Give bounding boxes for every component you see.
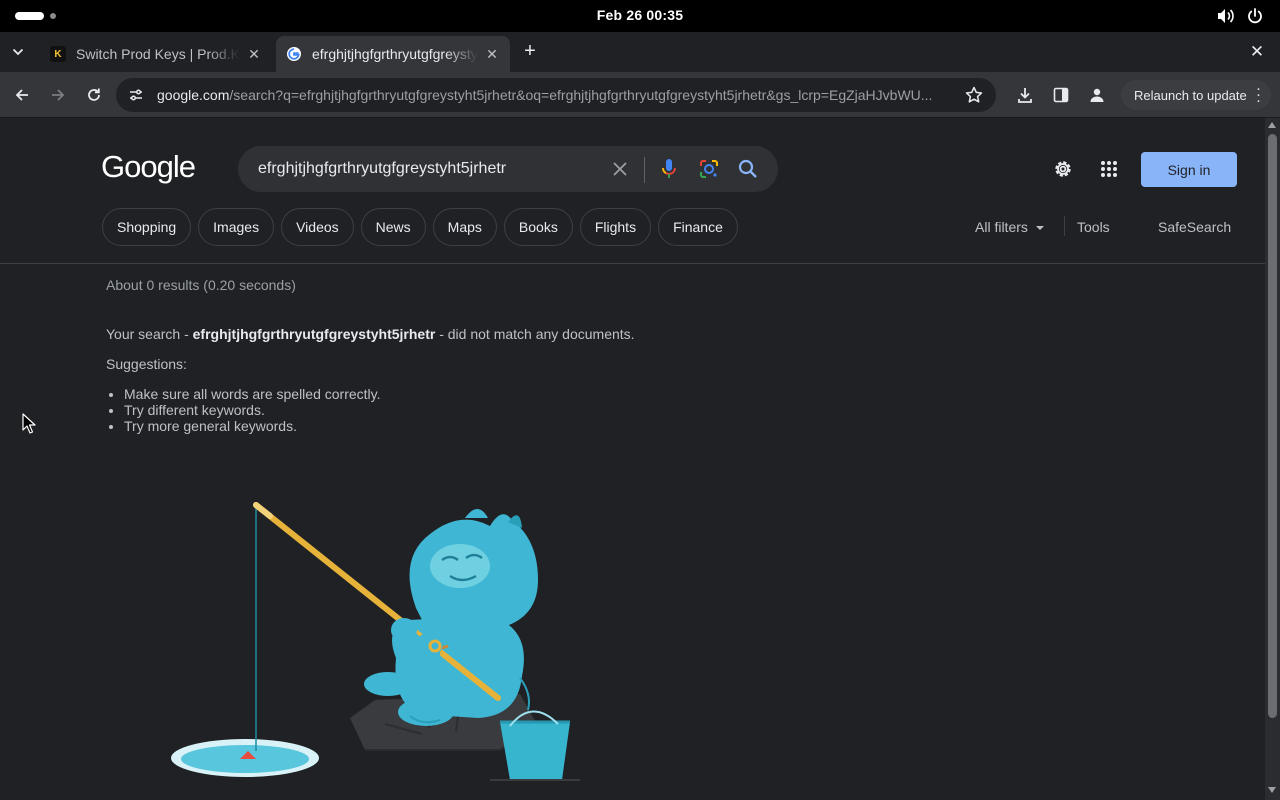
search-submit-button[interactable] xyxy=(736,157,760,181)
google-apps-button[interactable] xyxy=(1096,156,1122,182)
all-filters-dropdown[interactable]: All filters xyxy=(975,219,1044,235)
google-favicon-icon xyxy=(286,46,302,62)
clock[interactable]: Feb 26 00:35 xyxy=(0,7,1280,23)
reload-icon xyxy=(88,88,100,101)
lens-search-button[interactable] xyxy=(697,157,721,181)
power-icon[interactable] xyxy=(1247,8,1263,24)
camera-lens-icon xyxy=(700,160,718,178)
download-icon xyxy=(1018,88,1032,103)
close-icon xyxy=(613,162,627,176)
filter-chip-shopping[interactable]: Shopping xyxy=(102,208,192,246)
no-results-suffix: - did not match any documents. xyxy=(435,326,635,342)
gear-icon xyxy=(1055,161,1071,177)
filter-chip-images[interactable]: Images xyxy=(198,208,275,246)
filter-chip-news[interactable]: News xyxy=(360,208,426,246)
filter-chip-books[interactable]: Books xyxy=(503,208,573,246)
forward-button[interactable] xyxy=(46,83,70,107)
tab-google-search[interactable]: efrghjtjhgfgrthryutgfgreystyht5jrhetr - … xyxy=(276,36,510,72)
tab-switch-prod-keys[interactable]: K Switch Prod Keys | Prod.Keys ✕ xyxy=(40,36,272,72)
back-button[interactable] xyxy=(10,83,34,107)
search-results-page: Google efrghjtjhgfgrthryutgfgreystyht5jr… xyxy=(0,118,1265,800)
profile-icon xyxy=(1090,88,1104,102)
safesearch-button[interactable]: SafeSearch xyxy=(1158,219,1231,235)
header-divider xyxy=(0,263,1265,264)
scroll-down-arrow-icon[interactable] xyxy=(1268,787,1276,793)
url-path: /search?q=efrghjtjhgfgrthryutgfgreystyht… xyxy=(229,87,933,103)
reload-button[interactable] xyxy=(82,83,106,107)
microphone-icon xyxy=(662,159,676,178)
more-vert-icon[interactable]: · · · xyxy=(1256,81,1261,108)
tab-strip: K Switch Prod Keys | Prod.Keys ✕ efrghjt… xyxy=(0,32,1280,72)
new-tab-button[interactable]: + xyxy=(518,40,542,64)
google-logo[interactable]: Google xyxy=(101,149,196,185)
filters-divider xyxy=(1064,216,1065,236)
side-panel-icon xyxy=(1053,87,1069,103)
all-filters-label: All filters xyxy=(975,219,1028,235)
relaunch-to-update-button[interactable]: Relaunch to update · · · xyxy=(1121,80,1271,110)
arrow-right-icon xyxy=(52,89,65,101)
browser-toolbar: google.com/search?q=efrghjtjhgfgrthryutg… xyxy=(0,72,1280,118)
suggestion-item: Make sure all words are spelled correctl… xyxy=(124,386,381,402)
filter-chips: Shopping Images Videos News Maps Books F… xyxy=(102,208,738,246)
tab-title: efrghjtjhgfgrthryutgfgreystyht5jrhetr - … xyxy=(312,46,478,62)
clear-search-button[interactable] xyxy=(608,157,632,181)
bookmark-star-icon[interactable] xyxy=(964,85,984,105)
site-info-icon[interactable] xyxy=(128,87,144,103)
suggestions-label: Suggestions: xyxy=(106,356,187,372)
volume-icon[interactable] xyxy=(1217,8,1235,24)
fishing-mascot-illustration xyxy=(171,502,580,781)
url-host: google.com xyxy=(157,87,230,103)
profile-button[interactable] xyxy=(1087,85,1107,105)
chevron-down-icon xyxy=(12,48,24,56)
scroll-thumb[interactable] xyxy=(1268,134,1277,718)
tools-button[interactable]: Tools xyxy=(1077,219,1110,235)
scroll-up-arrow-icon[interactable] xyxy=(1268,122,1276,128)
filter-chip-maps[interactable]: Maps xyxy=(432,208,497,246)
address-bar[interactable]: google.com/search?q=efrghjtjhgfgrthryutg… xyxy=(116,78,996,112)
prodkeys-favicon-icon: K xyxy=(50,46,66,62)
filter-chip-finance[interactable]: Finance xyxy=(658,208,738,246)
settings-button[interactable] xyxy=(1050,156,1076,182)
url-text[interactable]: google.com/search?q=efrghjtjhgfgrthryutg… xyxy=(157,87,957,103)
filter-chip-videos[interactable]: Videos xyxy=(281,208,354,246)
system-top-bar: Feb 26 00:35 xyxy=(0,0,1280,32)
window-close-button[interactable]: ✕ xyxy=(1246,41,1268,63)
search-divider xyxy=(644,157,645,183)
side-panel-button[interactable] xyxy=(1051,85,1071,105)
tab-title: Switch Prod Keys | Prod.Keys xyxy=(76,46,240,62)
caret-down-icon xyxy=(1035,226,1044,231)
suggestions-list: Make sure all words are spelled correctl… xyxy=(124,386,381,434)
apps-grid-icon xyxy=(1101,161,1117,177)
tab-close-icon[interactable]: ✕ xyxy=(484,46,500,63)
result-stats: About 0 results (0.20 seconds) xyxy=(106,277,296,293)
downloads-button[interactable] xyxy=(1015,85,1035,105)
relaunch-label: Relaunch to update xyxy=(1134,87,1247,103)
sign-in-button[interactable]: Sign in xyxy=(1141,152,1237,187)
voice-search-button[interactable] xyxy=(657,157,681,181)
arrow-left-icon xyxy=(15,89,28,101)
no-results-message: Your search - efrghjtjhgfgrthryutgfgreys… xyxy=(106,326,635,342)
no-results-prefix: Your search - xyxy=(106,326,193,342)
filter-chip-flights[interactable]: Flights xyxy=(579,208,652,246)
search-input[interactable] xyxy=(258,146,598,192)
suggestion-item: Try more general keywords. xyxy=(124,418,381,434)
search-icon xyxy=(738,159,757,178)
page-scrollbar[interactable] xyxy=(1265,118,1280,800)
search-box[interactable] xyxy=(238,146,778,192)
no-results-query: efrghjtjhgfgrthryutgfgreystyht5jrhetr xyxy=(192,326,436,342)
tab-search-button[interactable] xyxy=(7,41,29,63)
suggestion-item: Try different keywords. xyxy=(124,402,381,418)
tab-close-icon[interactable]: ✕ xyxy=(246,46,262,63)
mouse-pointer-icon xyxy=(22,413,36,434)
